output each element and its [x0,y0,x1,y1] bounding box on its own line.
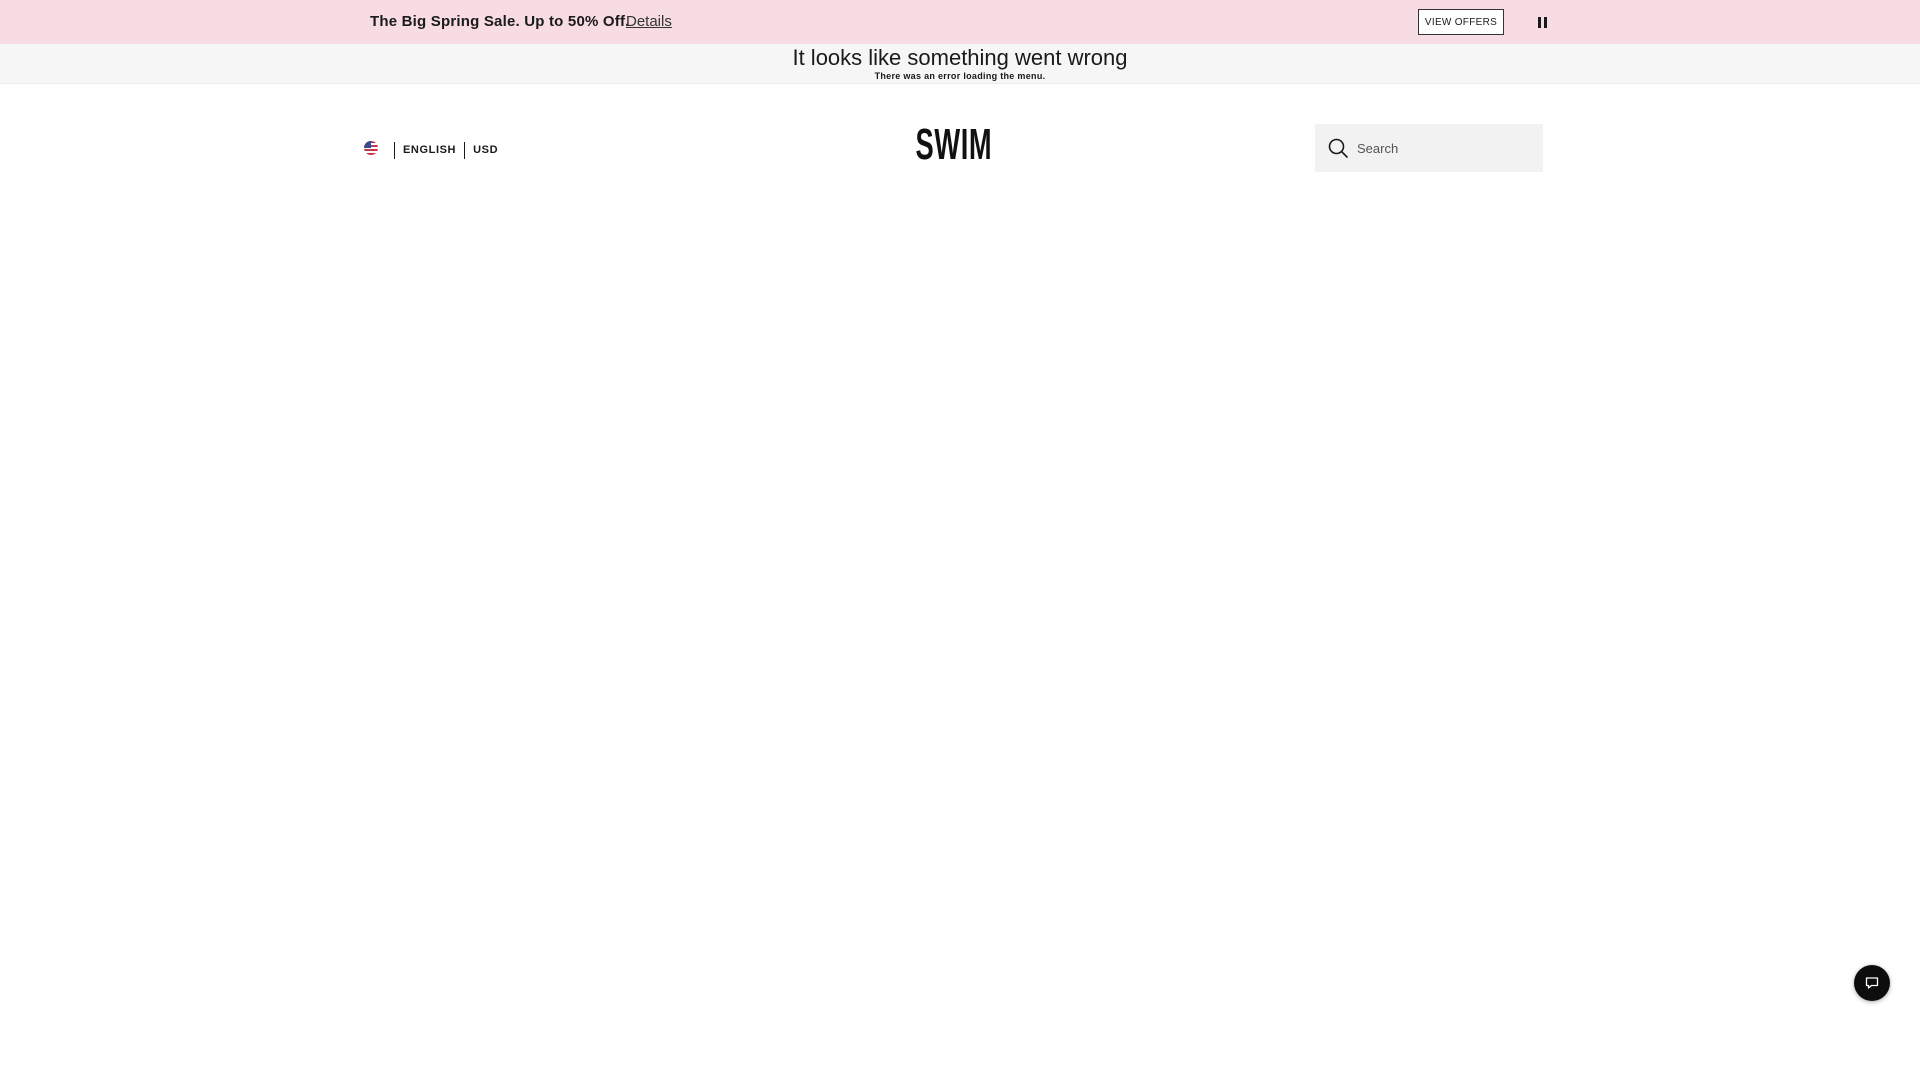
chat-bubble-icon [1865,977,1879,989]
error-banner: It looks like something went wrong There… [0,44,1920,84]
search-box[interactable] [1315,124,1543,172]
view-offers-button[interactable]: VIEW OFFERS [1418,9,1504,35]
promo-bar: The Big Spring Sale. Up to 50% Off. Deta… [0,0,1920,44]
language-label: ENGLISH [403,144,457,156]
us-flag-icon [364,141,378,155]
divider [394,141,395,159]
site-logo[interactable]: SWIM [904,118,1004,172]
search-input[interactable] [1357,140,1527,156]
currency-label: USD [473,144,499,156]
chat-button[interactable] [1854,965,1890,1001]
pause-icon[interactable] [1534,14,1550,30]
divider [464,141,466,159]
locale-selector[interactable]: ENGLISH USD [364,140,498,160]
error-subtitle: There was an error loading the menu. [874,71,1046,81]
search-icon [1328,138,1348,158]
error-title: It looks like something went wrong [792,45,1128,70]
promo-details-link[interactable]: Details [626,13,672,30]
promo-text: The Big Spring Sale. Up to 50% Off. [370,13,630,30]
logo-text: SWIM [915,120,993,169]
